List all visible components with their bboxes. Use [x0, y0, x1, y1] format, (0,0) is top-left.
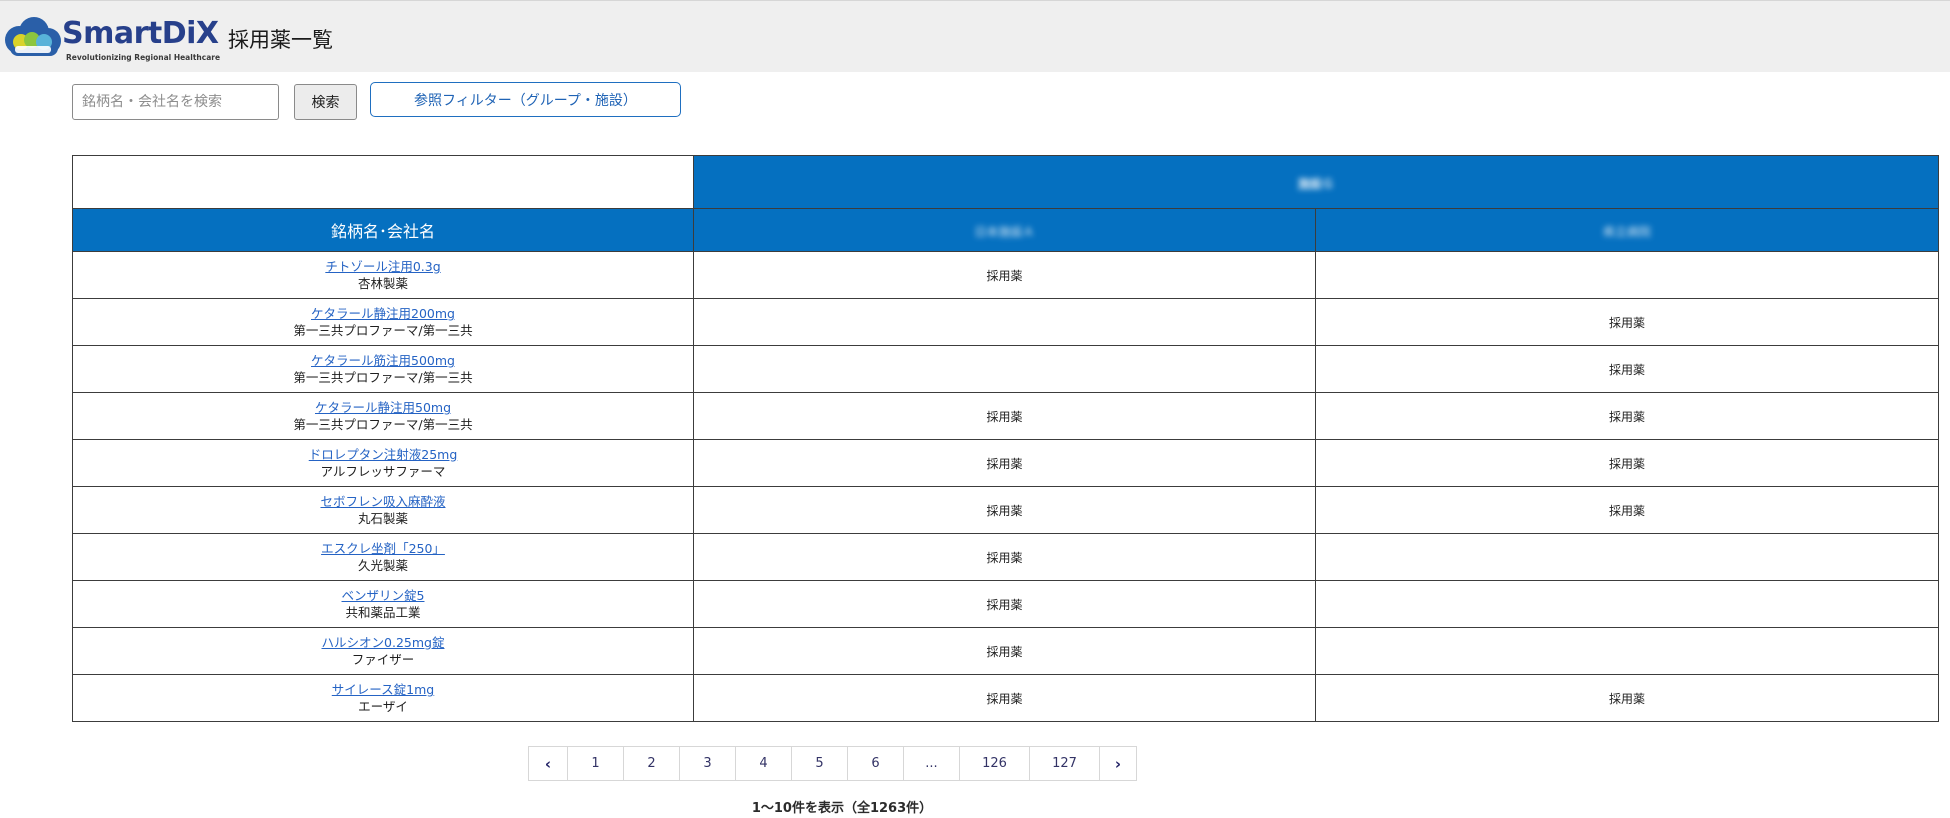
- company-name: エーザイ: [358, 699, 408, 714]
- drug-table: 施設Ｇ 銘柄名･会社名 日本施設Ａ 県立病院 チトゾール注用0.3g 杏林製薬 …: [72, 155, 1940, 722]
- table-row: ドロレプタン注射液25mg アルフレッサファーマ 採用薬 採用薬: [72, 439, 1940, 487]
- facility-1-status: 採用薬: [693, 392, 1316, 440]
- table-row: サイレース錠1mg エーザイ 採用薬 採用薬: [72, 674, 1940, 722]
- page-button-2[interactable]: 2: [623, 746, 680, 781]
- company-name: 共和薬品工業: [345, 605, 421, 620]
- page-button-127[interactable]: 127: [1029, 746, 1100, 781]
- drug-name-link[interactable]: チトゾール注用0.3g: [73, 258, 693, 275]
- company-name: 丸石製薬: [357, 511, 408, 526]
- facility-2-status: [1314, 580, 1940, 628]
- drug-name-link[interactable]: セボフレン吸入麻酔液: [73, 493, 693, 510]
- drug-name-link[interactable]: エスクレ坐剤「250」: [73, 540, 693, 557]
- page-ellipsis: ...: [903, 746, 960, 781]
- drug-name-link[interactable]: ケタラール静注用50mg: [73, 399, 693, 416]
- result-count: 1〜10件を表示（全1263件）: [751, 801, 933, 816]
- drug-name-cell: ドロレプタン注射液25mg アルフレッサファーマ: [72, 439, 694, 487]
- table-row: エスクレ坐剤「250」 久光製薬 採用薬: [72, 533, 1940, 581]
- facility-1-status: 採用薬: [693, 627, 1316, 675]
- search-button[interactable]: 検索: [294, 84, 357, 120]
- drug-name-cell: チトゾール注用0.3g 杏林製薬: [72, 251, 694, 299]
- facility-1-status: [693, 345, 1316, 393]
- drug-name-cell: ベンザリン錠5 共和薬品工業: [72, 580, 694, 628]
- company-name: 杏林製薬: [357, 276, 408, 291]
- page-button-4[interactable]: 4: [735, 746, 792, 781]
- facility-1-status: 採用薬: [693, 533, 1316, 581]
- logo-wordmark: SmartDiX: [62, 16, 219, 51]
- prev-page-button[interactable]: ‹: [528, 746, 568, 781]
- facility-2-status: 採用薬: [1314, 486, 1940, 534]
- table-row: ケタラール静注用200mg 第一三共プロファーマ/第一三共 採用薬: [72, 298, 1940, 346]
- page-button-1[interactable]: 1: [567, 746, 624, 781]
- drug-name-cell: セボフレン吸入麻酔液 丸石製薬: [72, 486, 694, 534]
- table-row: ハルシオン0.25mg錠 ファイザー 採用薬: [72, 627, 1940, 675]
- table-row: ケタラール静注用50mg 第一三共プロファーマ/第一三共 採用薬 採用薬: [72, 392, 1940, 440]
- company-name: 第一三共プロファーマ/第一三共: [293, 370, 473, 385]
- table-row: ベンザリン錠5 共和薬品工業 採用薬: [72, 580, 1940, 628]
- page-button-5[interactable]: 5: [791, 746, 848, 781]
- logo-tagline: Revolutionizing Regional Healthcare: [66, 53, 221, 62]
- facility-2-status: [1314, 627, 1940, 675]
- table-row: セボフレン吸入麻酔液 丸石製薬 採用薬 採用薬: [72, 486, 1940, 534]
- page-button-3[interactable]: 3: [679, 746, 736, 781]
- table-row: ケタラール筋注用500mg 第一三共プロファーマ/第一三共 採用薬: [72, 345, 1940, 393]
- facility-2-status: [1314, 533, 1940, 581]
- facility-group-name: 施設Ｇ: [1298, 176, 1335, 191]
- company-name: 第一三共プロファーマ/第一三共: [293, 323, 473, 338]
- company-name: 久光製薬: [357, 558, 408, 573]
- drug-name-link[interactable]: サイレース錠1mg: [73, 681, 693, 698]
- next-page-button[interactable]: ›: [1099, 746, 1137, 781]
- drug-name-cell: ハルシオン0.25mg錠 ファイザー: [72, 627, 694, 675]
- company-name: アルフレッサファーマ: [320, 464, 446, 479]
- table-row: チトゾール注用0.3g 杏林製薬 採用薬: [72, 251, 1940, 299]
- drug-name-link[interactable]: ハルシオン0.25mg錠: [73, 634, 693, 651]
- drug-name-link[interactable]: ケタラール筋注用500mg: [73, 352, 693, 369]
- facility-2-status: [1314, 251, 1940, 299]
- company-name: 第一三共プロファーマ/第一三共: [293, 417, 473, 432]
- reference-filter-button[interactable]: 参照フィルター（グループ・施設）: [370, 82, 681, 117]
- company-name: ファイザー: [351, 652, 415, 667]
- facility-2-status: 採用薬: [1314, 298, 1940, 346]
- facility-2-status: 採用薬: [1314, 674, 1940, 722]
- facility-2-status: 採用薬: [1314, 392, 1940, 440]
- facility-1-status: 採用薬: [693, 486, 1316, 534]
- table-header-empty: [72, 155, 694, 209]
- cloud-logo-icon: [5, 17, 61, 56]
- drug-name-cell: ケタラール静注用200mg 第一三共プロファーマ/第一三共: [72, 298, 694, 346]
- page-button-6[interactable]: 6: [847, 746, 904, 781]
- drug-name-link[interactable]: ドロレプタン注射液25mg: [73, 446, 693, 463]
- drug-name-link[interactable]: ベンザリン錠5: [73, 587, 693, 604]
- facility-1-status: 採用薬: [693, 251, 1316, 299]
- column-header-drug-name: 銘柄名･会社名: [72, 208, 694, 252]
- page-title: 採用薬一覧: [228, 28, 333, 52]
- facility-2-status: 採用薬: [1314, 439, 1940, 487]
- column-header-facility-1: 日本施設Ａ: [693, 208, 1316, 252]
- facility-1-status: 採用薬: [693, 674, 1316, 722]
- facility-1-status: 採用薬: [693, 439, 1316, 487]
- drug-name-cell: ケタラール筋注用500mg 第一三共プロファーマ/第一三共: [72, 345, 694, 393]
- drug-name-cell: ケタラール静注用50mg 第一三共プロファーマ/第一三共: [72, 392, 694, 440]
- drug-name-cell: エスクレ坐剤「250」 久光製薬: [72, 533, 694, 581]
- facility-1-status: [693, 298, 1316, 346]
- drug-name-link[interactable]: ケタラール静注用200mg: [73, 305, 693, 322]
- pagination: ‹ 1 2 3 4 5 6 ... 126 127 ›: [528, 746, 1137, 781]
- search-input[interactable]: [72, 84, 279, 120]
- facility-2-name: 県立病院: [1603, 224, 1652, 239]
- app-header: SmartDiX Revolutionizing Regional Health…: [0, 0, 1950, 72]
- facility-1-status: 採用薬: [693, 580, 1316, 628]
- smartdix-logo[interactable]: SmartDiX Revolutionizing Regional Health…: [2, 16, 220, 64]
- drug-name-cell: サイレース錠1mg エーザイ: [72, 674, 694, 722]
- facility-group-header: 施設Ｇ: [692, 155, 1940, 209]
- page-button-126[interactable]: 126: [959, 746, 1030, 781]
- facility-1-name: 日本施設Ａ: [974, 224, 1035, 239]
- column-header-facility-2: 県立病院: [1314, 208, 1940, 252]
- facility-2-status: 採用薬: [1314, 345, 1940, 393]
